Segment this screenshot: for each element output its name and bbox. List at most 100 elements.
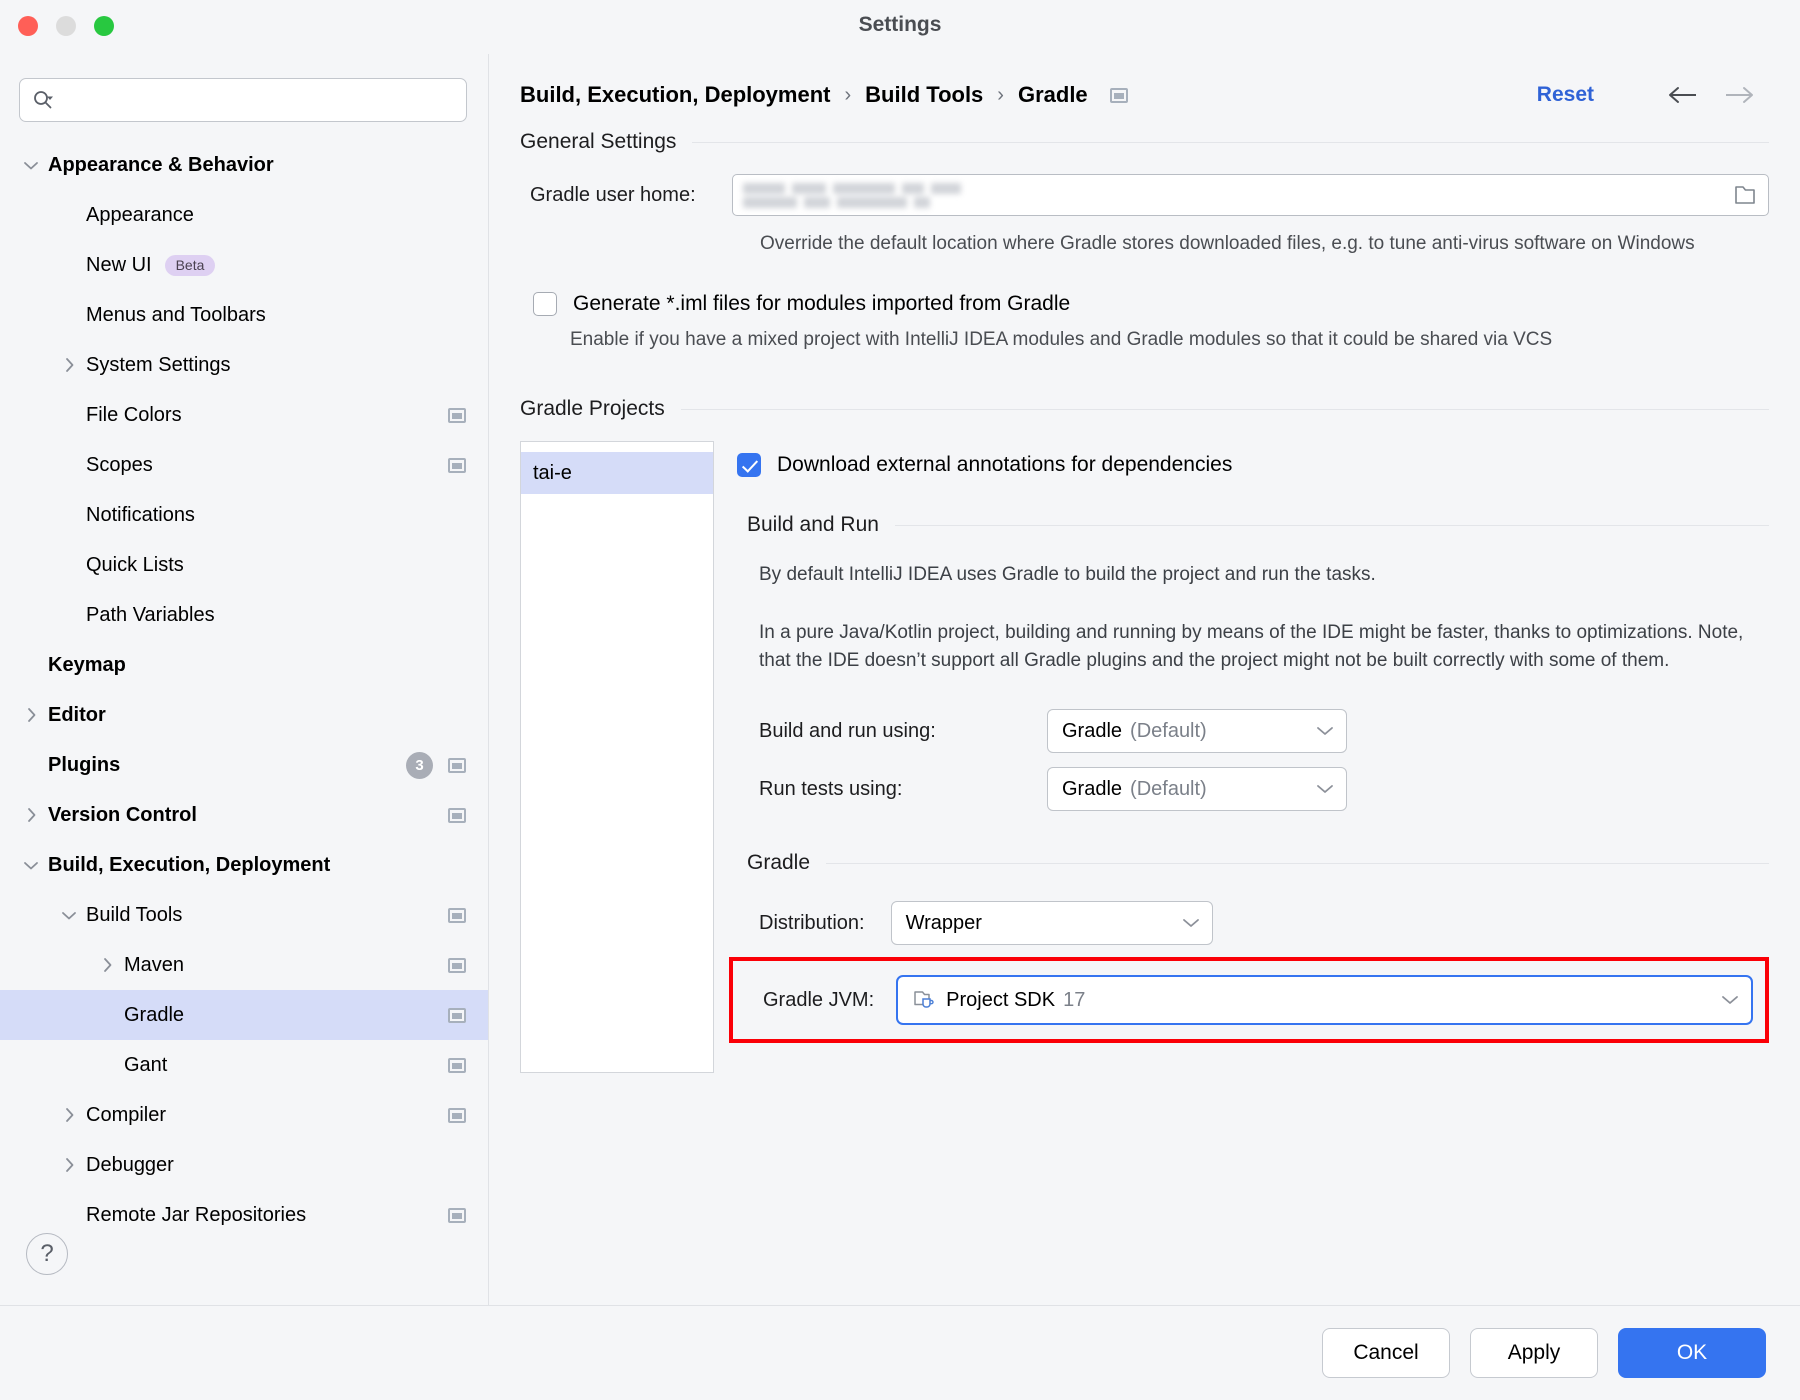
sidebar-item-notifications[interactable]: Notifications [0,490,488,540]
gradle-jvm-label: Gradle JVM: [763,988,875,1011]
chevron-down-icon[interactable] [14,859,48,871]
divider [826,862,1769,864]
chevron-right-icon[interactable] [52,1156,86,1174]
screen-icon [448,1207,466,1223]
sidebar-item-label: Editor [48,703,106,726]
sidebar-item-menus-and-toolbars[interactable]: Menus and Toolbars [0,290,488,340]
sidebar-item-maven[interactable]: Maven [0,940,488,990]
breadcrumb-item-1[interactable]: Build Tools [865,82,983,108]
folder-icon[interactable] [1732,183,1758,207]
back-arrow-icon[interactable] [1666,83,1700,107]
search-box[interactable] [19,78,467,122]
screen-icon [448,1057,466,1073]
help-button[interactable]: ? [26,1233,68,1275]
breadcrumb-item-2[interactable]: Gradle [1018,82,1088,108]
sidebar-item-label: Gradle [124,1003,185,1026]
sidebar-item-build-tools[interactable]: Build Tools [0,890,488,940]
build-using-dropdown[interactable]: Gradle (Default) [1047,709,1347,754]
forward-arrow-icon[interactable] [1722,83,1756,107]
list-item[interactable]: tai-e [521,452,713,495]
sidebar-item-path-variables[interactable]: Path Variables [0,590,488,640]
gradle-projects-header: Gradle Projects [520,397,1769,421]
download-annotations-checkbox[interactable] [737,453,761,478]
run-tests-using-dropdown[interactable]: Gradle (Default) [1047,767,1347,812]
build-using-suffix: (Default) [1130,719,1207,742]
run-tests-using-value: Gradle [1062,777,1123,800]
apply-button[interactable]: Apply [1470,1328,1598,1378]
section-title: Gradle [747,851,811,875]
ok-button[interactable]: OK [1618,1328,1766,1378]
settings-tree: Appearance & Behavior Appearance New UI Bet… [0,136,488,1233]
chevron-down-icon[interactable] [14,159,48,171]
sidebar-item-remote-jar-repositories[interactable]: Remote Jar Repositories [0,1190,488,1233]
screen-icon [448,757,466,773]
general-settings-header: General Settings [520,130,1769,154]
sidebar-item-system-settings[interactable]: System Settings [0,340,488,390]
chevron-down-icon[interactable] [52,909,86,921]
reset-button[interactable]: Reset [1537,83,1594,107]
sidebar-item-scopes[interactable]: Scopes [0,440,488,490]
cancel-button[interactable]: Cancel [1322,1328,1450,1378]
sidebar-item-version-control[interactable]: Version Control [0,790,488,840]
build-and-run-paragraph-1: By default IntelliJ IDEA uses Gradle to … [759,564,1376,586]
distribution-dropdown[interactable]: Wrapper [890,901,1213,946]
sidebar-item-gant[interactable]: Gant [0,1040,488,1090]
sidebar-item-gradle[interactable]: Gradle [0,990,488,1040]
sidebar-item-build-execution-deployment[interactable]: Build, Execution, Deployment [0,840,488,890]
sidebar-item-file-colors[interactable]: File Colors [0,390,488,440]
sidebar-item-label: Build Tools [86,903,183,926]
title-bar: Settings [0,0,1800,54]
sidebar-item-compiler[interactable]: Compiler [0,1090,488,1140]
sidebar-item-editor[interactable]: Editor [0,690,488,740]
sidebar-item-appearance[interactable]: Appearance [0,190,488,240]
sidebar-item-label: Maven [124,953,185,976]
chevron-down-icon [1721,994,1739,1006]
download-annotations-label: Download external annotations for depend… [777,453,1233,477]
generate-iml-checkbox[interactable] [533,291,557,316]
gradle-jvm-dropdown[interactable]: Project SDK 17 [896,975,1753,1026]
sidebar-item-keymap[interactable]: Keymap [0,640,488,690]
redacted-path-value [741,182,961,208]
section-title: Gradle Projects [520,397,665,421]
sidebar-item-quick-lists[interactable]: Quick Lists [0,540,488,590]
settings-main-panel: Build, Execution, Deployment › Build Too… [489,54,1800,1305]
screen-icon [448,457,466,473]
chevron-right-icon[interactable] [14,806,48,824]
gradle-project-list[interactable]: tai-e [520,441,714,1074]
help-container: ? [0,1233,488,1305]
chevron-right-icon[interactable] [14,706,48,724]
beta-badge: Beta [164,254,216,276]
section-title: General Settings [520,130,677,153]
search-input[interactable] [60,79,454,121]
breadcrumb-separator: › [844,83,852,106]
chevron-right-icon[interactable] [52,1106,86,1124]
run-tests-using-suffix: (Default) [1130,777,1207,800]
distribution-row: Distribution: Wrapper [759,901,1769,946]
gradle-user-home-hint: Override the default location where Grad… [760,233,1695,254]
sidebar-item-debugger[interactable]: Debugger [0,1140,488,1190]
plugins-count-badge: 3 [406,751,433,779]
sidebar-item-label: Path Variables [86,603,215,626]
search-icon [32,89,54,111]
sidebar-item-plugins[interactable]: Plugins 3 [0,740,488,790]
gradle-user-home-input[interactable] [731,174,1769,216]
sidebar-item-appearance-behavior[interactable]: Appearance & Behavior [0,140,488,190]
screen-icon [448,1007,466,1023]
chevron-right-icon[interactable] [52,356,86,374]
build-using-value: Gradle [1062,719,1123,742]
sidebar-item-label: Gant [124,1053,168,1076]
window-title: Settings [858,13,942,36]
gradle-projects-split: tai-e Download external annotations for … [520,441,1769,1074]
chevron-right-icon[interactable] [90,956,124,974]
screen-icon [448,807,466,823]
sidebar-item-label: Debugger [86,1153,174,1176]
screen-icon [448,907,466,923]
screen-icon [448,1107,466,1123]
gradle-section-header: Gradle [747,851,1769,875]
generate-iml-hint: Enable if you have a mixed project with … [570,328,1553,350]
sidebar-item-new-ui[interactable]: New UI Beta [0,240,488,290]
divider [680,408,1769,410]
breadcrumb-item-0[interactable]: Build, Execution, Deployment [520,82,830,108]
download-annotations-row: Download external annotations for depend… [737,453,1769,478]
distribution-label: Distribution: [759,911,865,934]
